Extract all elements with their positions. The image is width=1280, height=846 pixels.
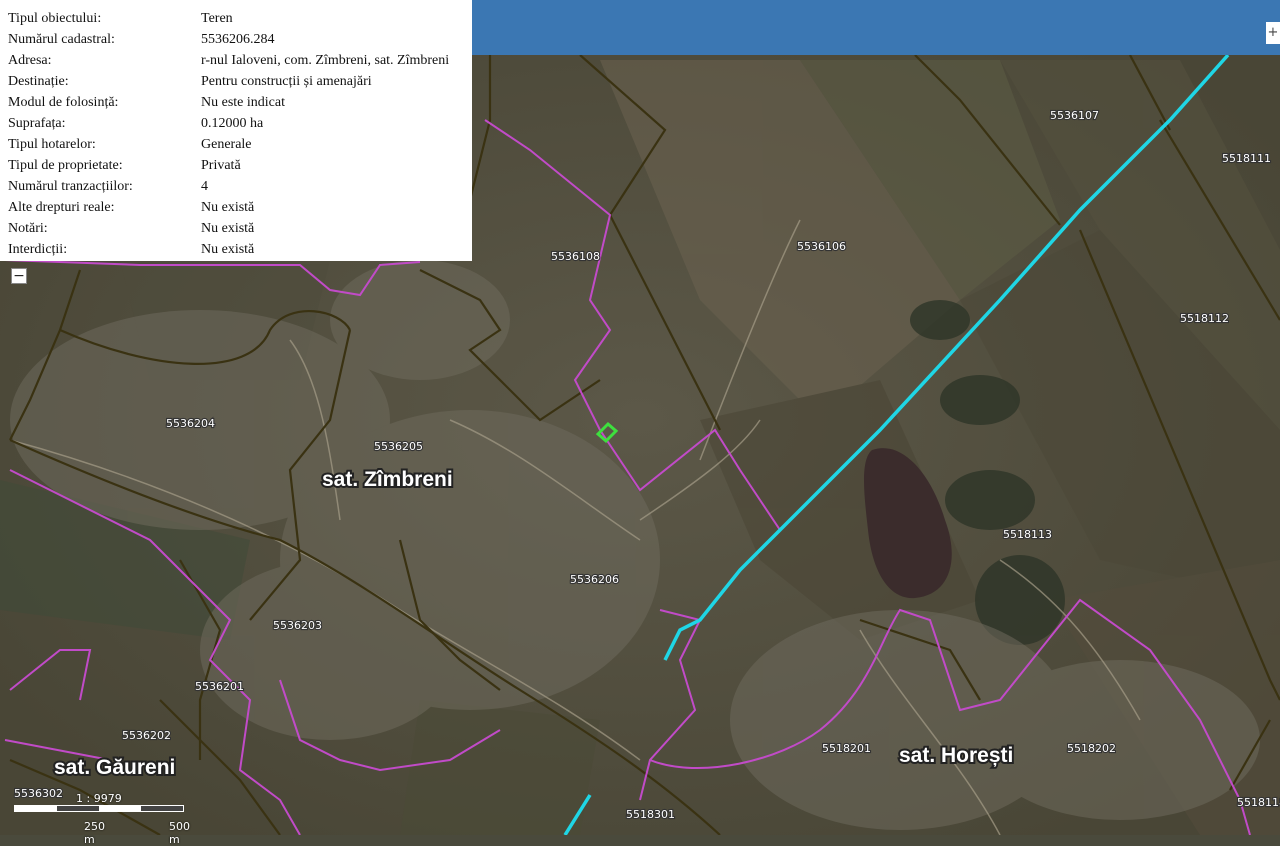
parcel-label: 5536302 bbox=[14, 787, 63, 800]
info-value: 0.12000 ha bbox=[201, 116, 264, 131]
info-value: Nu există bbox=[201, 242, 255, 257]
info-key: Tipul de proprietate: bbox=[8, 158, 123, 173]
info-key: Alte drepturi reale: bbox=[8, 200, 115, 215]
parcel-info-panel: Tipul obiectului: Teren Numărul cadastral… bbox=[0, 0, 472, 261]
info-row: Numărul cadastral: 5536206.284 bbox=[8, 29, 449, 50]
info-value: Nu este indicat bbox=[201, 95, 285, 110]
parcel-label: 5536204 bbox=[166, 417, 215, 430]
parcel-label: 5536106 bbox=[797, 240, 846, 253]
zoom-in-button[interactable]: + bbox=[1266, 22, 1280, 44]
parcel-label: 5518118 bbox=[1237, 796, 1280, 809]
parcel-info-table: Tipul obiectului: Teren Numărul cadastral… bbox=[8, 8, 449, 260]
zoom-out-button[interactable]: − bbox=[11, 268, 27, 284]
info-row: Suprafața: 0.12000 ha bbox=[8, 113, 449, 134]
village-label-gaureni: sat. Găureni bbox=[54, 756, 175, 779]
parcel-label: 5536108 bbox=[551, 250, 600, 263]
info-row: Destinație: Pentru construcții și amenajă… bbox=[8, 71, 449, 92]
info-row: Modul de folosință: Nu este indicat bbox=[8, 92, 449, 113]
parcel-label: 5518111 bbox=[1222, 152, 1271, 165]
info-key: Tipul hotarelor: bbox=[8, 137, 96, 152]
parcel-label: 5536107 bbox=[1050, 109, 1099, 122]
info-value: Nu există bbox=[201, 221, 255, 236]
info-row: Notări: Nu există bbox=[8, 218, 449, 239]
village-label-horesti: sat. Horești bbox=[899, 744, 1013, 767]
info-key: Adresa: bbox=[8, 53, 52, 68]
parcel-label: 5536203 bbox=[273, 619, 322, 632]
parcel-label: 5536205 bbox=[374, 440, 423, 453]
info-key: Suprafața: bbox=[8, 116, 66, 131]
scale-ratio: 1 : 9979 bbox=[76, 792, 122, 805]
info-key: Numărul cadastral: bbox=[8, 32, 115, 47]
info-key: Numărul tranzacțiilor: bbox=[8, 179, 133, 194]
info-key: Modul de folosință: bbox=[8, 95, 119, 110]
info-value: 4 bbox=[201, 179, 208, 194]
scale-bar-graphic bbox=[14, 805, 184, 812]
info-row: Tipul obiectului: Teren bbox=[8, 8, 449, 29]
info-row: Interdicții: Nu există bbox=[8, 239, 449, 260]
village-label-zimbreni: sat. Zîmbreni bbox=[322, 468, 453, 491]
info-key: Destinație: bbox=[8, 74, 69, 89]
info-key: Tipul obiectului: bbox=[8, 11, 102, 26]
scale-label-500: 500 m bbox=[169, 820, 190, 846]
parcel-label: 5518202 bbox=[1067, 742, 1116, 755]
scale-label-250: 250 m bbox=[84, 820, 105, 846]
info-row: Numărul tranzacțiilor: 4 bbox=[8, 176, 449, 197]
parcel-label: 5518301 bbox=[626, 808, 675, 821]
parcel-label: 5536206 bbox=[570, 573, 619, 586]
info-value: Teren bbox=[201, 11, 233, 26]
info-value: Generale bbox=[201, 137, 252, 152]
info-key: Notări: bbox=[8, 221, 48, 236]
info-row: Adresa: r-nul Ialoveni, com. Zîmbreni, sa… bbox=[8, 50, 449, 71]
parcel-label: 5536202 bbox=[122, 729, 171, 742]
info-value: r-nul Ialoveni, com. Zîmbreni, sat. Zîmb… bbox=[201, 53, 450, 68]
info-row: Tipul de proprietate: Privată bbox=[8, 155, 449, 176]
parcel-label: 5518113 bbox=[1003, 528, 1052, 541]
info-row: Alte drepturi reale: Nu există bbox=[8, 197, 449, 218]
info-value: Pentru construcții și amenajări bbox=[201, 74, 372, 89]
info-value: Privată bbox=[201, 158, 241, 173]
parcel-label: 5518112 bbox=[1180, 312, 1229, 325]
parcel-label: 5536201 bbox=[195, 680, 244, 693]
info-row: Tipul hotarelor: Generale bbox=[8, 134, 449, 155]
parcel-label: 5518201 bbox=[822, 742, 871, 755]
info-value: 5536206.284 bbox=[201, 32, 275, 47]
info-key: Interdicții: bbox=[8, 242, 68, 257]
info-value: Nu există bbox=[201, 200, 255, 215]
